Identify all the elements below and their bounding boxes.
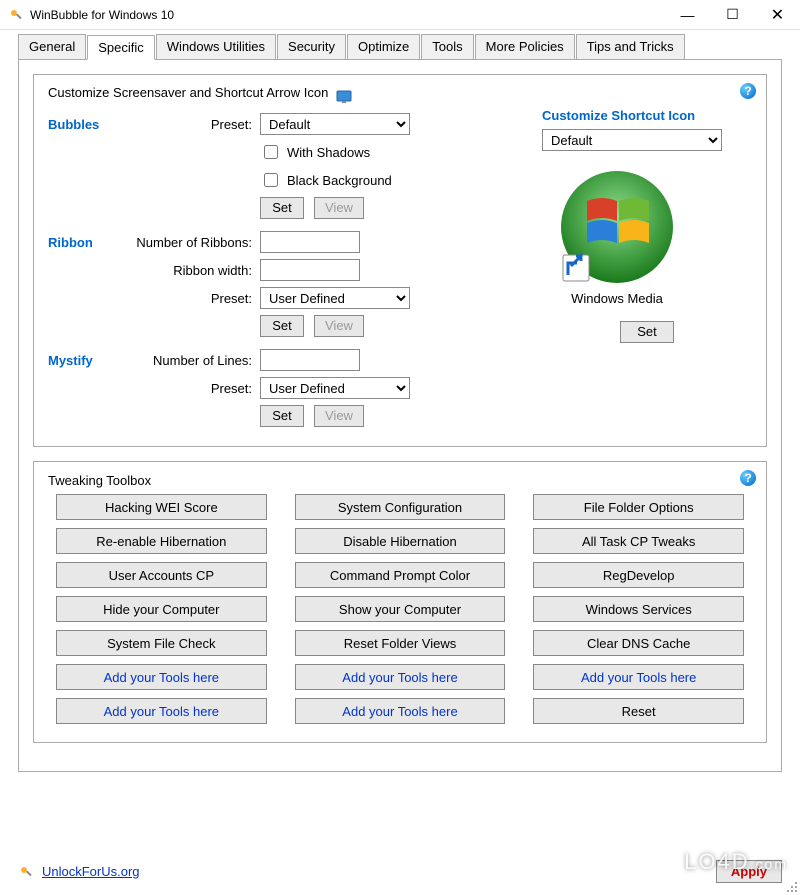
shortcut-set-button[interactable]: Set [620,321,674,343]
toolbox-button-9[interactable]: Hide your Computer [56,596,267,622]
shortcut-title: Customize Shortcut Icon [542,108,752,123]
close-button[interactable]: ✕ [755,0,800,30]
minimize-button[interactable]: — [665,0,710,30]
toolbox-button-2[interactable]: File Folder Options [533,494,744,520]
mystify-num-input[interactable] [260,349,360,371]
windows-media-icon [557,167,677,287]
tab-windows-utilities[interactable]: Windows Utilities [156,34,276,59]
mystify-view-button[interactable]: View [314,405,364,427]
ribbon-width-input[interactable] [260,259,360,281]
mystify-label: Mystify [48,353,128,368]
toolbox-button-15[interactable]: Add your Tools here [56,664,267,690]
toolbox-button-19[interactable]: Add your Tools here [295,698,506,724]
window-title: WinBubble for Windows 10 [30,8,665,22]
shortcut-caption: Windows Media [571,291,663,306]
ribbon-set-button[interactable]: Set [260,315,304,337]
tab-tips-tricks[interactable]: Tips and Tricks [576,34,685,59]
tab-tools[interactable]: Tools [421,34,473,59]
toolbox-button-8[interactable]: RegDevelop [533,562,744,588]
app-icon [8,7,24,23]
ribbon-preset-select[interactable]: User Defined [260,287,410,309]
tab-specific[interactable]: Specific [87,35,155,60]
toolbox-button-18[interactable]: Add your Tools here [56,698,267,724]
toolbox-button-12[interactable]: System File Check [56,630,267,656]
mystify-preset-label: Preset: [128,381,260,396]
toolbox-button-17[interactable]: Add your Tools here [533,664,744,690]
unlockforus-link[interactable]: UnlockForUs.org [42,864,140,879]
tab-more-policies[interactable]: More Policies [475,34,575,59]
toolbox-button-20[interactable]: Reset [533,698,744,724]
toolbox-button-10[interactable]: Show your Computer [295,596,506,622]
help-icon[interactable]: ? [740,83,756,99]
toolbox-button-16[interactable]: Add your Tools here [295,664,506,690]
ribbon-width-label: Ribbon width: [128,263,260,278]
tab-panel-specific: Customize Screensaver and Shortcut Arrow… [18,59,782,772]
group-tweaking-toolbox: Tweaking Toolbox ? Hacking WEI Score Syst… [33,461,767,743]
toolbox-grid: Hacking WEI Score System Configuration Fil… [48,490,752,728]
tab-general[interactable]: General [18,34,86,59]
group-screensaver-shortcut: Customize Screensaver and Shortcut Arrow… [33,74,767,447]
apply-button[interactable]: Apply [716,860,782,883]
bubbles-view-button[interactable]: View [314,197,364,219]
mystify-preset-select[interactable]: User Defined [260,377,410,399]
bubbles-label: Bubbles [48,117,128,132]
bubbles-preset-label: Preset: [128,117,260,132]
bubbles-set-button[interactable]: Set [260,197,304,219]
shortcut-icon-preview: Windows Media [542,151,692,321]
help-icon[interactable]: ? [740,470,756,486]
ribbon-num-input[interactable] [260,231,360,253]
app-icon-small [18,864,34,880]
shortcut-select[interactable]: Default [542,129,722,151]
toolbox-button-3[interactable]: Re-enable Hibernation [56,528,267,554]
toolbox-button-13[interactable]: Reset Folder Views [295,630,506,656]
titlebar: WinBubble for Windows 10 — ☐ ✕ [0,0,800,30]
tab-bar: General Specific Windows Utilities Secur… [0,30,800,59]
footer: UnlockForUs.org Apply [18,860,782,883]
toolbox-button-6[interactable]: User Accounts CP [56,562,267,588]
ribbon-preset-label: Preset: [128,291,260,306]
toolbox-button-7[interactable]: Command Prompt Color [295,562,506,588]
ribbon-label: Ribbon [48,235,128,250]
toolbox-button-11[interactable]: Windows Services [533,596,744,622]
tab-security[interactable]: Security [277,34,346,59]
toolbox-button-1[interactable]: System Configuration [295,494,506,520]
black-background-checkbox[interactable]: Black Background [260,170,392,190]
ribbon-view-button[interactable]: View [314,315,364,337]
with-shadows-checkbox[interactable]: With Shadows [260,142,370,162]
tab-optimize[interactable]: Optimize [347,34,420,59]
mystify-set-button[interactable]: Set [260,405,304,427]
group-title: Customize Screensaver and Shortcut Arrow… [48,85,328,100]
ribbon-num-label: Number of Ribbons: [128,235,260,250]
mystify-num-label: Number of Lines: [128,353,260,368]
maximize-button[interactable]: ☐ [710,0,755,30]
toolbox-title: Tweaking Toolbox [48,473,151,488]
bubbles-preset-select[interactable]: Default [260,113,410,135]
toolbox-button-0[interactable]: Hacking WEI Score [56,494,267,520]
toolbox-button-5[interactable]: All Task CP Tweaks [533,528,744,554]
toolbox-button-4[interactable]: Disable Hibernation [295,528,506,554]
toolbox-button-14[interactable]: Clear DNS Cache [533,630,744,656]
resize-grip[interactable] [784,879,798,893]
screensaver-icon [336,89,352,105]
